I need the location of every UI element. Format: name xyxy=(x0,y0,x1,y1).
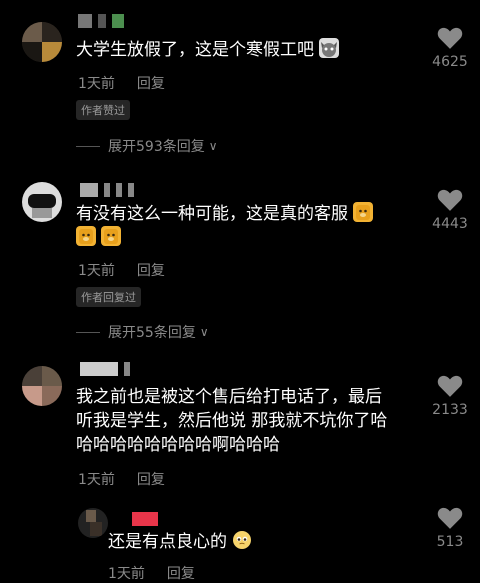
expand-replies-button[interactable]: 展开55条回复 ∨ xyxy=(76,322,209,342)
reply-button[interactable]: 回复 xyxy=(167,566,195,582)
timestamp: 1天前 xyxy=(78,263,115,279)
like-count: 513 xyxy=(436,534,464,550)
chevron-down-icon: ∨ xyxy=(208,139,218,153)
like-button[interactable]: 513 xyxy=(426,506,474,550)
comment-meta: 1天前 回复 xyxy=(108,563,195,583)
author-replied-badge: 作者回复过 xyxy=(76,287,141,307)
expand-replies-label: 展开593条回复 xyxy=(108,139,205,155)
comment-text: 有没有这么一种可能，这是真的客服 xyxy=(76,202,421,250)
timestamp: 1天前 xyxy=(78,472,115,488)
like-button[interactable]: 4443 xyxy=(426,188,474,232)
reply-button[interactable]: 回复 xyxy=(137,263,165,279)
dog-face-icon xyxy=(101,226,122,246)
timestamp: 1天前 xyxy=(78,76,115,92)
avatar[interactable] xyxy=(22,366,62,406)
like-count: 2133 xyxy=(432,402,468,418)
divider xyxy=(76,145,100,147)
heart-icon xyxy=(437,507,463,529)
username[interactable] xyxy=(78,14,130,28)
avatar[interactable] xyxy=(22,22,62,62)
heart-icon xyxy=(437,375,463,397)
reply-button[interactable]: 回复 xyxy=(137,76,165,92)
comment-text: 我之前也是被这个售后给打电话了，最后 听我是学生，然后他说 那我就不坑你了哈 哈… xyxy=(76,387,388,455)
author-liked-badge: 作者赞过 xyxy=(76,100,130,120)
like-button[interactable]: 4625 xyxy=(426,26,474,70)
pleading-face-icon xyxy=(232,530,252,550)
comment-meta: 1天前 回复 xyxy=(78,73,165,93)
avatar[interactable] xyxy=(78,508,108,538)
comment-meta: 1天前 回复 xyxy=(78,260,165,280)
like-count: 4625 xyxy=(432,54,468,70)
heart-icon xyxy=(437,27,463,49)
like-button[interactable]: 2133 xyxy=(426,374,474,418)
comment-text: 大学生放假了，这是个寒假工吧 xyxy=(76,38,340,62)
divider xyxy=(76,331,100,333)
like-count: 4443 xyxy=(432,216,468,232)
dog-face-icon xyxy=(76,226,96,246)
avatar[interactable] xyxy=(22,182,62,222)
reply-button[interactable]: 回复 xyxy=(137,472,165,488)
username[interactable] xyxy=(80,362,136,376)
expand-replies-button[interactable]: 展开593条回复 ∨ xyxy=(76,136,218,156)
chevron-down-icon: ∨ xyxy=(199,325,209,339)
username[interactable] xyxy=(80,183,140,197)
dog-face-icon xyxy=(353,202,374,222)
heart-icon xyxy=(437,189,463,211)
expand-replies-label: 展开55条回复 xyxy=(108,325,196,341)
cat-face-icon xyxy=(319,38,340,58)
username[interactable] xyxy=(132,512,164,526)
comment-meta: 1天前 回复 xyxy=(78,469,165,489)
comment-text: 还是有点良心的 xyxy=(108,530,252,554)
timestamp: 1天前 xyxy=(108,566,145,582)
